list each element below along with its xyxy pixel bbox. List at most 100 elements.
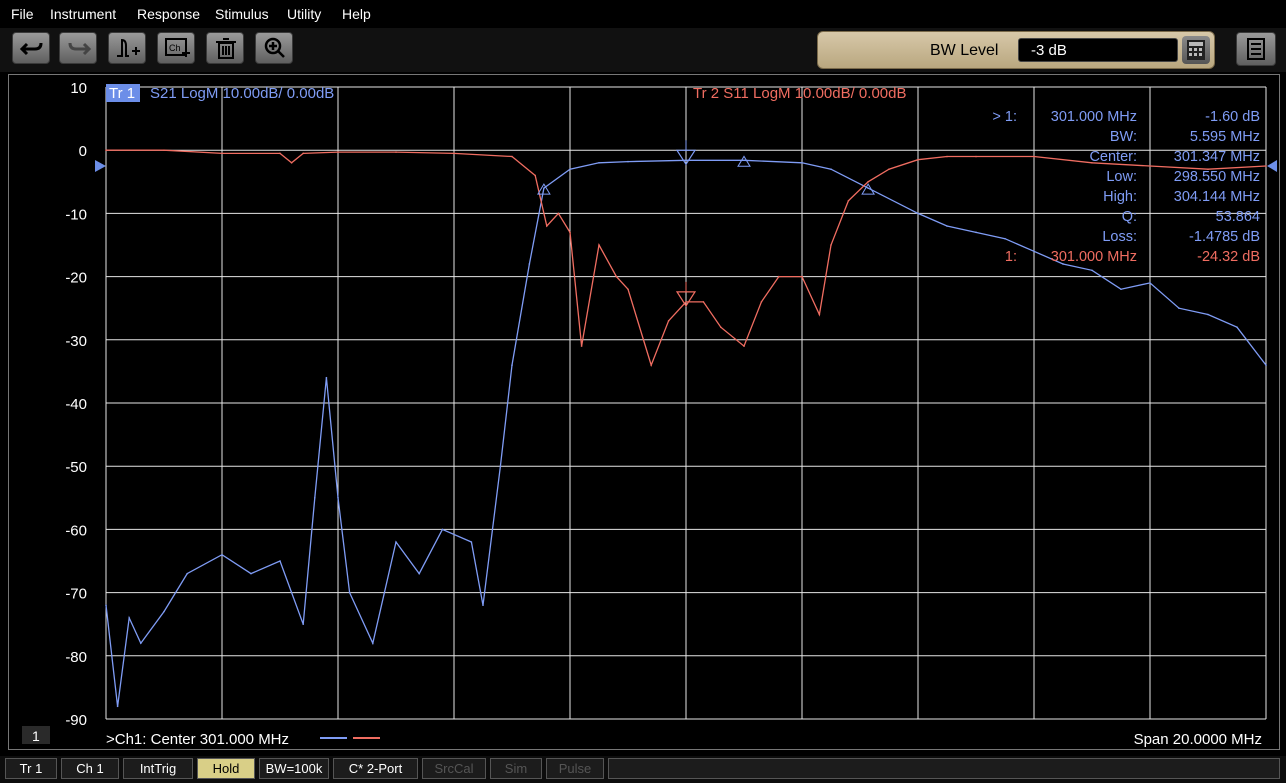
trace-point-s21 bbox=[163, 610, 165, 613]
marker-row-label: Center: bbox=[1089, 149, 1137, 165]
trace-point-s11 bbox=[453, 152, 455, 155]
menu-file[interactable]: File bbox=[11, 6, 34, 22]
trace-point-s21 bbox=[946, 225, 948, 227]
tr2-description[interactable]: Tr 2 S11 LogM 10.00dB/ 0.00dB bbox=[693, 85, 906, 102]
marker-row-value: 298.550 MHz bbox=[1174, 169, 1260, 185]
tr1-description[interactable]: S21 LogM 10.00dB/ 0.00dB bbox=[150, 85, 334, 102]
trace-point-s21 bbox=[569, 168, 571, 170]
trace-point-s11 bbox=[975, 155, 977, 158]
menu-stimulus[interactable]: Stimulus bbox=[215, 6, 269, 22]
add-channel-icon: Ch bbox=[165, 38, 190, 57]
trace-point-s11 bbox=[702, 301, 705, 303]
menu-instrument[interactable]: Instrument bbox=[50, 6, 116, 22]
marker-row-label: 1: bbox=[1005, 249, 1017, 265]
add-channel-button[interactable]: Ch bbox=[157, 32, 195, 64]
add-marker-button[interactable] bbox=[108, 32, 146, 64]
trace-point-s21 bbox=[128, 617, 130, 619]
trace-point-s21 bbox=[685, 159, 687, 162]
trace-point-s21 bbox=[1149, 282, 1151, 284]
status-sim[interactable]: Sim bbox=[490, 758, 542, 779]
marker-row-frequency: 301.000 MHz bbox=[1051, 249, 1137, 265]
trace-point-s11 bbox=[1033, 155, 1035, 158]
add-marker-icon bbox=[117, 38, 140, 57]
trace-point-s21 bbox=[348, 591, 351, 594]
trace-point-s21 bbox=[511, 364, 513, 366]
trace-point-s11 bbox=[221, 152, 223, 155]
trace-point-s21 bbox=[917, 212, 919, 215]
y-tick-label: 0 bbox=[79, 143, 87, 160]
bw-level-value: -3 dB bbox=[1031, 42, 1067, 59]
trace-point-s21 bbox=[1178, 307, 1180, 309]
trace-point-s21 bbox=[441, 528, 444, 531]
trace-point-s21 bbox=[279, 560, 281, 562]
trace-point-s11 bbox=[847, 199, 850, 202]
redo-button[interactable] bbox=[59, 32, 97, 64]
status-channel[interactable]: Ch 1 bbox=[61, 758, 119, 779]
span-frequency[interactable]: Span 20.0000 MHz bbox=[1134, 731, 1262, 748]
trace-point-s11 bbox=[105, 149, 107, 151]
trace-point-s21 bbox=[105, 604, 107, 607]
trace-point-s11 bbox=[511, 155, 513, 158]
trace-point-s21 bbox=[470, 541, 473, 543]
calculator-button[interactable] bbox=[1182, 36, 1210, 64]
trace-point-s11 bbox=[290, 162, 293, 164]
chart-area[interactable]: 10 0 -10 -20 -30 -40 -50 -60 -70 -80 -90 Tr 1 S21 … bbox=[8, 74, 1280, 750]
status-trigger[interactable]: IntTrig bbox=[123, 758, 193, 779]
zoom-button[interactable] bbox=[255, 32, 293, 64]
trace-point-s11 bbox=[818, 313, 821, 316]
reference-level-left-arrow[interactable] bbox=[95, 160, 106, 172]
status-calibration[interactable]: C* 2-Port bbox=[333, 758, 418, 779]
tr1-badge[interactable]: Tr 1 bbox=[109, 85, 135, 102]
trace-chart[interactable]: 10 0 -10 -20 -30 -40 -50 -60 -70 -80 -90 Tr 1 S21 … bbox=[9, 75, 1279, 749]
trace-point-s21 bbox=[325, 376, 328, 379]
trace-point-s21 bbox=[221, 553, 223, 556]
status-hold[interactable]: Hold bbox=[197, 758, 255, 779]
trace-point-s11 bbox=[760, 301, 763, 303]
menu-help[interactable]: Help bbox=[342, 6, 371, 22]
center-frequency[interactable]: >Ch1: Center 301.000 MHz bbox=[106, 731, 289, 748]
delete-icon bbox=[216, 38, 236, 59]
trace-point-s21 bbox=[598, 162, 600, 164]
trace-point-s11 bbox=[534, 174, 536, 177]
marker-row-label: > 1: bbox=[992, 109, 1017, 125]
marker-row-value: 301.347 MHz bbox=[1174, 149, 1260, 165]
trace-point-s21 bbox=[337, 497, 339, 499]
status-bar: Tr 1 Ch 1 IntTrig Hold BW=100k C* 2-Port… bbox=[0, 756, 1286, 783]
marker-readout-table: > 1: 301.000 MHz -1.60 dB BW: 5.595 MHz Cente… bbox=[992, 109, 1260, 265]
channel-number: 1 bbox=[32, 728, 40, 744]
svg-text:Ch: Ch bbox=[169, 43, 181, 53]
status-bandwidth[interactable]: BW=100k bbox=[259, 758, 329, 779]
trace-point-s11 bbox=[557, 212, 560, 215]
y-tick-label: -80 bbox=[65, 649, 87, 666]
status-trace[interactable]: Tr 1 bbox=[5, 758, 57, 779]
trace-point-s11 bbox=[580, 345, 583, 347]
trace-point-s21 bbox=[830, 168, 832, 170]
menu-utility[interactable]: Utility bbox=[287, 6, 321, 22]
bw-level-label: BW Level bbox=[930, 42, 999, 59]
bw-level-input[interactable]: -3 dB bbox=[1018, 38, 1178, 62]
trace-point-s21 bbox=[140, 642, 142, 644]
trace-point-s11 bbox=[337, 151, 339, 153]
delete-button[interactable] bbox=[206, 32, 244, 64]
softkey-menu-button[interactable] bbox=[1236, 32, 1276, 66]
status-srccal[interactable]: SrcCal bbox=[422, 758, 486, 779]
zoom-icon bbox=[264, 37, 285, 58]
marker-row-value: -24.32 dB bbox=[1197, 249, 1260, 265]
marker-row-label: BW: bbox=[1110, 129, 1137, 145]
status-pulse[interactable]: Pulse bbox=[546, 758, 604, 779]
undo-icon bbox=[19, 42, 43, 56]
y-tick-label: -50 bbox=[65, 459, 87, 476]
grid-lines bbox=[105, 86, 1267, 720]
trace-point-s11 bbox=[830, 244, 832, 246]
trace-point-s11 bbox=[163, 149, 165, 151]
reference-level-right-arrow[interactable] bbox=[1267, 160, 1277, 172]
menu-response[interactable]: Response bbox=[137, 6, 200, 22]
trace-point-s21 bbox=[1265, 364, 1267, 366]
marker-row-value: -1.60 dB bbox=[1205, 109, 1260, 125]
y-tick-label: -10 bbox=[65, 206, 87, 223]
trace-point-s21 bbox=[482, 604, 484, 607]
trace-point-s11 bbox=[1265, 165, 1267, 167]
trace-point-s11 bbox=[395, 151, 397, 153]
trace-point-s11 bbox=[615, 275, 618, 278]
undo-button[interactable] bbox=[12, 32, 50, 64]
